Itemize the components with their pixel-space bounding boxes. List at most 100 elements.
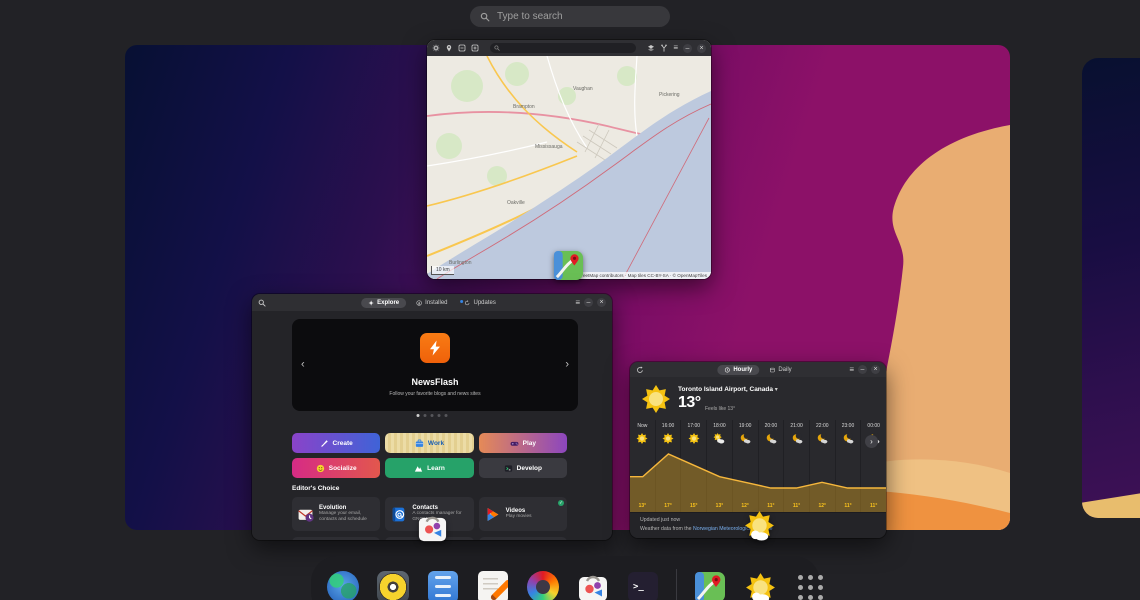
condition-icon bbox=[817, 433, 828, 444]
dock-item-terminal[interactable]: >_ bbox=[626, 570, 660, 600]
minimize-button[interactable]: – bbox=[858, 365, 867, 374]
carousel-dot[interactable] bbox=[417, 414, 420, 417]
minimize-button[interactable]: – bbox=[584, 298, 593, 307]
dock-item-music-player[interactable] bbox=[376, 570, 410, 600]
app-card-partial[interactable]: ✓ bbox=[292, 537, 380, 540]
current-temperature: 13° bbox=[678, 394, 701, 412]
file-cabinet-icon bbox=[428, 571, 458, 600]
carousel-dots[interactable] bbox=[417, 414, 448, 417]
shell-search-placeholder: Type to search bbox=[497, 11, 563, 22]
calendar-icon bbox=[769, 367, 775, 373]
dock-item-software[interactable] bbox=[576, 570, 610, 600]
map-label: Vaughan bbox=[573, 86, 593, 92]
software-view-switcher: Explore Installed Updates bbox=[361, 298, 503, 308]
current-condition-sun-icon bbox=[640, 383, 672, 415]
tab-hourly[interactable]: Hourly bbox=[717, 365, 759, 375]
text-editor-icon bbox=[478, 571, 508, 600]
close-button[interactable]: × bbox=[871, 365, 880, 374]
shell-search-field[interactable]: Type to search bbox=[470, 6, 670, 27]
tab-explore[interactable]: Explore bbox=[361, 298, 406, 308]
condition-icon bbox=[688, 433, 699, 444]
brush-icon bbox=[320, 439, 329, 448]
weather-icon bbox=[744, 571, 777, 600]
app-card-partial[interactable] bbox=[479, 537, 567, 540]
gear-icon[interactable] bbox=[432, 44, 440, 52]
software-window[interactable]: Explore Installed Updates ≡ – × bbox=[252, 294, 612, 540]
category-learn[interactable]: Learn bbox=[385, 458, 473, 478]
featured-app-banner[interactable]: ‹ › NewsFlash Follow your favorite blogs… bbox=[292, 319, 578, 411]
updates-icon bbox=[465, 300, 471, 306]
carousel-previous-button[interactable]: ‹ bbox=[301, 360, 305, 371]
dock-separator bbox=[676, 569, 677, 600]
dock-item-files[interactable] bbox=[426, 570, 460, 600]
app-card-videos[interactable]: ✓ Videos Play movies bbox=[479, 497, 567, 531]
tab-updates[interactable]: Updates bbox=[458, 298, 503, 308]
workspace-next[interactable] bbox=[1082, 58, 1140, 518]
caret-down-icon: ▾ bbox=[775, 387, 778, 393]
layers-icon[interactable] bbox=[647, 44, 655, 52]
app-grid-icon bbox=[798, 575, 823, 600]
search-icon[interactable] bbox=[258, 299, 266, 307]
menu-icon[interactable]: ≡ bbox=[575, 299, 580, 307]
carousel-next-button[interactable]: › bbox=[565, 360, 569, 371]
maps-search-field[interactable] bbox=[490, 43, 636, 53]
location-marker-icon[interactable] bbox=[445, 44, 453, 52]
terminal-icon: >_ bbox=[628, 572, 658, 600]
software-bag-icon bbox=[577, 571, 609, 600]
dock-item-weather[interactable] bbox=[743, 570, 777, 600]
weather-view-switcher: Hourly Daily bbox=[717, 365, 798, 375]
hourly-forecast-strip[interactable]: Now 13° 16:00 17° 17:00 15° 18:00 bbox=[630, 420, 886, 512]
zoom-out-icon[interactable] bbox=[458, 44, 466, 52]
condition-icon bbox=[637, 433, 648, 444]
forecast-scroll-next-button[interactable]: › bbox=[865, 435, 878, 448]
condition-icon bbox=[714, 433, 725, 444]
condition-icon bbox=[740, 433, 751, 444]
map-label: Brampton bbox=[513, 104, 535, 110]
gnome-activities-overview: Type to search ≡ – × bbox=[0, 0, 1140, 600]
app-card-evolution[interactable]: Evolution Manage your email, contacts an… bbox=[292, 497, 380, 531]
condition-icon bbox=[791, 433, 802, 444]
carousel-dot[interactable] bbox=[438, 414, 441, 417]
location-selector[interactable]: Toronto Island Airport, Canada ▾ bbox=[678, 386, 778, 393]
speaker-icon bbox=[377, 571, 409, 600]
dock-item-web-browser[interactable] bbox=[326, 570, 360, 600]
maps-window[interactable]: ≡ – × bbox=[427, 40, 711, 279]
map-label: Oakville bbox=[507, 200, 525, 206]
category-work[interactable]: Work bbox=[385, 433, 473, 453]
installed-icon bbox=[416, 300, 422, 306]
minimize-button[interactable]: – bbox=[683, 44, 692, 53]
close-button[interactable]: × bbox=[597, 298, 606, 307]
menu-icon[interactable]: ≡ bbox=[673, 44, 678, 52]
close-button[interactable]: × bbox=[697, 44, 706, 53]
dock-item-app-grid[interactable] bbox=[793, 570, 827, 600]
category-develop[interactable]: Develop bbox=[479, 458, 567, 478]
clock-icon bbox=[724, 367, 730, 373]
route-icon[interactable] bbox=[660, 44, 668, 52]
installed-check-badge: ✓ bbox=[558, 500, 564, 506]
tab-installed[interactable]: Installed bbox=[409, 298, 454, 308]
category-grid: Create Work Play Socialize Learn bbox=[292, 433, 567, 478]
zoom-in-icon[interactable] bbox=[471, 44, 479, 52]
carousel-dot[interactable] bbox=[445, 414, 448, 417]
terminal-icon bbox=[504, 464, 513, 473]
map-scale: 10 km bbox=[431, 266, 454, 275]
dock-item-maps[interactable] bbox=[693, 570, 727, 600]
tab-daily[interactable]: Daily bbox=[762, 365, 798, 375]
editors-choice-heading: Editor's Choice bbox=[292, 485, 339, 492]
menu-icon[interactable]: ≡ bbox=[849, 366, 854, 374]
carousel-dot[interactable] bbox=[431, 414, 434, 417]
refresh-icon[interactable] bbox=[636, 366, 644, 374]
dock-item-photos[interactable] bbox=[526, 570, 560, 600]
map-canvas[interactable]: Brampton Vaughan Mississauga Oakville Bu… bbox=[427, 56, 711, 279]
category-create[interactable]: Create bbox=[292, 433, 380, 453]
condition-icon bbox=[765, 433, 776, 444]
gamepad-icon bbox=[510, 439, 519, 448]
category-socialize[interactable]: Socialize bbox=[292, 458, 380, 478]
explore-star-icon bbox=[368, 300, 374, 306]
category-play[interactable]: Play bbox=[479, 433, 567, 453]
dock-item-text-editor[interactable] bbox=[476, 570, 510, 600]
smiley-icon bbox=[316, 464, 325, 473]
weather-window[interactable]: Hourly Daily ≡ – × Toronto Island Airpor… bbox=[630, 362, 886, 538]
carousel-dot[interactable] bbox=[424, 414, 427, 417]
map-render: Brampton Vaughan Mississauga Oakville Bu… bbox=[427, 56, 711, 279]
